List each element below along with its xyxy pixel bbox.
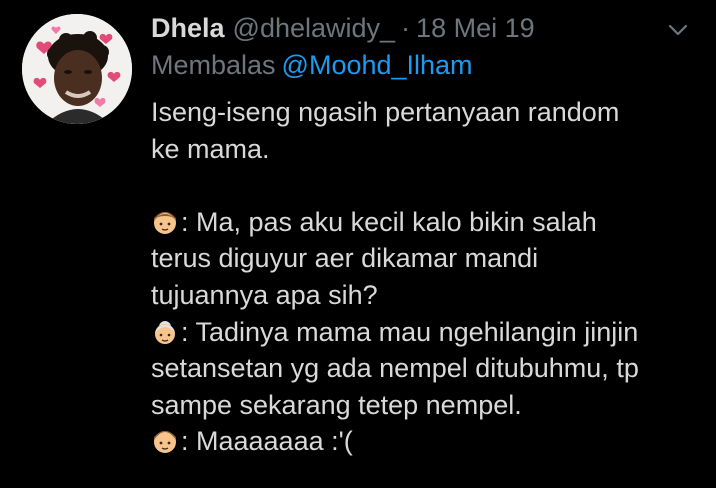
tweet[interactable]: Dhela @dhelawidy_ · 18 Mei 19 Membalas @M… (0, 0, 716, 488)
text-line: setansetan yg ada nempel ditubuhmu, tp (151, 353, 639, 384)
boy-emoji (151, 427, 179, 455)
text-line: sampe sekarang tetep nempel. (151, 389, 522, 420)
reply-mention-link[interactable]: @Moohd_Ilham (282, 50, 473, 80)
display-name[interactable]: Dhela (151, 13, 225, 44)
text-line: : Maaaaaaa :'( (151, 423, 711, 460)
mom-line-1: : Tadinya mama mau ngehilangin jinjin (181, 316, 639, 347)
tweet-date[interactable]: 18 Mei 19 (416, 13, 535, 44)
avatar[interactable] (22, 14, 132, 124)
text-line: : Ma, pas aku kecil kalo bikin salah (151, 204, 711, 241)
tweet-header: Dhela @dhelawidy_ · 18 Mei 19 (151, 10, 535, 46)
boy-line-1: : Ma, pas aku kecil kalo bikin salah (181, 206, 597, 237)
text-line: terus diguyur aer dikamar mandi (151, 243, 539, 274)
separator-dot: · (401, 12, 411, 43)
reply-context: Membalas @Moohd_Ilham (151, 50, 473, 81)
reply-prefix: Membalas (151, 50, 276, 80)
text-line: tujuannya apa sih? (151, 279, 378, 310)
tweet-text: Iseng-iseng ngasih pertanyaan random ke … (151, 94, 711, 460)
user-handle[interactable]: @dhelawidy_ (233, 13, 396, 44)
text-line: ke mama. (151, 133, 270, 164)
chevron-down-icon[interactable] (666, 18, 690, 42)
text-line: Iseng-iseng ngasih pertanyaan random (151, 97, 620, 127)
text-line: : Tadinya mama mau ngehilangin jinjin (151, 314, 711, 351)
older-woman-emoji (151, 318, 179, 346)
boy-emoji (151, 208, 179, 236)
boy-line-2: : Maaaaaaa :'( (181, 426, 353, 457)
